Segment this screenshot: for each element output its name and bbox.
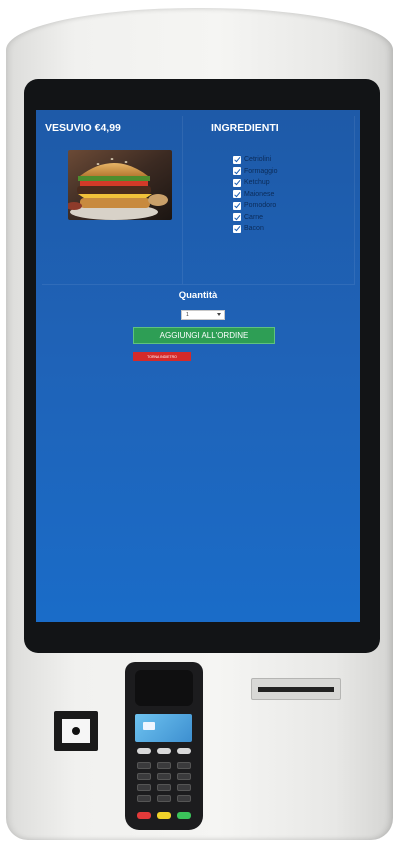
check-icon[interactable] [233, 190, 241, 199]
keypad-key [137, 773, 151, 780]
keypad-key [177, 762, 191, 769]
keypad-key [137, 795, 151, 802]
ingredient-label: Bacon [244, 225, 264, 233]
cancel-key [137, 812, 151, 819]
ingredients-list: Cetriolini Formaggio Ketchup Maionese Po… [233, 154, 277, 235]
add-to-order-button[interactable]: AGGIUNGI ALL'ORDINE [133, 327, 275, 344]
ingredient-label: Formaggio [244, 167, 278, 175]
ingredient-item-cetriolini[interactable]: Cetriolini [233, 154, 277, 166]
enter-key [177, 812, 191, 819]
terminal-function-keys [137, 748, 191, 754]
ingredient-item-pomodoro[interactable]: Pomodoro [233, 200, 277, 212]
quantity-label: Quantità [178, 290, 218, 301]
keypad-key [137, 784, 151, 791]
product-panel: VESUVIO €4,99 INGREDIENTI Cetriolini For… [42, 116, 355, 285]
clear-key [157, 812, 171, 819]
ingredient-label: Pomodoro [244, 202, 277, 210]
ingredient-label: Carne [244, 213, 264, 221]
terminal-color-keys [137, 812, 191, 819]
ingredient-item-bacon[interactable]: Bacon [233, 223, 277, 235]
function-key [137, 748, 151, 754]
keypad-key [157, 762, 171, 769]
kiosk-screen: VESUVIO €4,99 INGREDIENTI Cetriolini For… [36, 110, 360, 622]
keypad-key [177, 773, 191, 780]
ingredient-item-carne[interactable]: Carne [233, 212, 277, 224]
check-icon[interactable] [233, 155, 241, 164]
scanner-window [62, 719, 90, 743]
receipt-printer-slot [251, 678, 341, 700]
qr-scanner [54, 711, 98, 751]
quantity-value: 1 [186, 312, 189, 318]
chevron-down-icon [217, 313, 221, 316]
ingredient-item-ketchup[interactable]: Ketchup [233, 177, 277, 189]
ingredient-item-formaggio[interactable]: Formaggio [233, 166, 277, 178]
card-reader-slot [135, 670, 193, 706]
check-icon[interactable] [233, 224, 241, 233]
check-icon[interactable] [233, 201, 241, 210]
check-icon[interactable] [233, 167, 241, 176]
contactless-icon [143, 722, 155, 730]
ingredient-label: Ketchup [244, 179, 270, 187]
ingredients-title: INGREDIENTI [211, 122, 279, 134]
keypad-key [157, 795, 171, 802]
ingredient-item-maionese[interactable]: Maionese [233, 189, 277, 201]
ingredients-panel: INGREDIENTI Cetriolini Formaggio Ketchup… [183, 116, 355, 285]
payment-terminal [125, 662, 203, 830]
back-button[interactable]: TORNA INDIETRO [133, 352, 191, 361]
ingredient-label: Maionese [244, 190, 275, 198]
keypad-key [177, 795, 191, 802]
keypad-key [157, 784, 171, 791]
product-title: VESUVIO €4,99 [45, 122, 121, 134]
function-key [157, 748, 171, 754]
quantity-select[interactable]: 1 [181, 310, 225, 320]
function-key [177, 748, 191, 754]
keypad-key [137, 762, 151, 769]
burger-image [68, 150, 172, 220]
scanner-lens-icon [72, 727, 80, 735]
keypad-key [177, 784, 191, 791]
check-icon[interactable] [233, 178, 241, 187]
terminal-display [135, 714, 192, 742]
keypad-key [157, 773, 171, 780]
ingredient-label: Cetriolini [244, 156, 272, 164]
product-info: VESUVIO €4,99 [42, 116, 183, 285]
terminal-keypad [137, 762, 191, 802]
check-icon[interactable] [233, 213, 241, 222]
